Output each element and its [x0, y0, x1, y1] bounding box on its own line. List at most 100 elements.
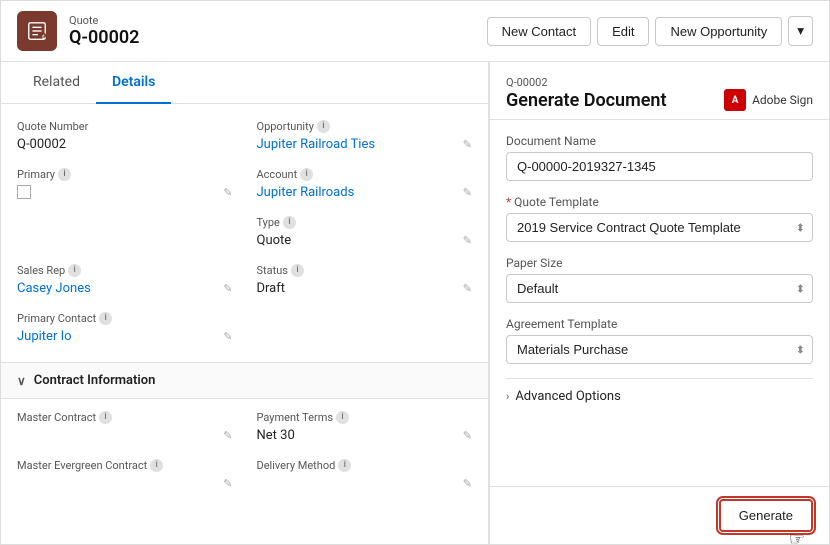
- page-title: Q-00002: [69, 27, 139, 48]
- delivery-method-edit-icon[interactable]: ✎: [463, 477, 472, 490]
- payment-terms-info-icon[interactable]: i: [336, 411, 349, 424]
- account-info-icon[interactable]: i: [300, 168, 313, 181]
- type-info-icon[interactable]: i: [283, 216, 296, 229]
- new-opportunity-button[interactable]: New Opportunity: [655, 17, 782, 46]
- sales-rep-field: Sales Rep i Casey Jones ✎: [17, 264, 233, 298]
- right-panel-header: Q-00002 Generate Document A Adobe Sign: [490, 62, 829, 120]
- advanced-options-row[interactable]: › Advanced Options: [506, 378, 813, 414]
- type-value: Quote ✎: [257, 231, 473, 250]
- master-contract-info-icon[interactable]: i: [99, 411, 112, 424]
- status-edit-icon[interactable]: ✎: [463, 282, 472, 295]
- empty-field: [17, 216, 233, 250]
- quote-template-select[interactable]: 2019 Service Contract Quote Template: [506, 213, 813, 242]
- primary-contact-info-icon[interactable]: i: [99, 312, 112, 325]
- sales-rep-value: Casey Jones ✎: [17, 279, 233, 298]
- primary-contact-link[interactable]: Jupiter Io: [17, 329, 72, 344]
- sales-rep-link[interactable]: Casey Jones: [17, 281, 91, 296]
- document-name-label: Document Name: [506, 134, 813, 148]
- primary-contact-field: Primary Contact i Jupiter Io ✎: [17, 312, 233, 346]
- delivery-method-field: Delivery Method i ✎: [257, 459, 473, 493]
- fields-grid: Quote Number Q-00002 Opportunity i: [17, 120, 472, 346]
- account-label: Account i: [257, 168, 473, 181]
- master-evergreen-edit-icon[interactable]: ✎: [223, 477, 232, 490]
- contract-fields-grid: Master Contract i ✎ Payment Terms i: [17, 411, 472, 493]
- master-evergreen-label: Master Evergreen Contract i: [17, 459, 233, 472]
- contract-section-header[interactable]: ∨ Contract Information: [1, 362, 488, 399]
- payment-terms-label: Payment Terms i: [257, 411, 473, 424]
- header-left: $ Quote Q-00002: [17, 11, 139, 51]
- page-header: $ Quote Q-00002 New Contact Edit New Opp…: [1, 1, 829, 62]
- edit-button[interactable]: Edit: [597, 17, 649, 46]
- right-panel-body: Document Name Quote Template 2019 Servic…: [490, 120, 829, 486]
- document-name-field: Document Name: [506, 134, 813, 181]
- app-window: $ Quote Q-00002 New Contact Edit New Opp…: [0, 0, 830, 545]
- tab-related[interactable]: Related: [17, 62, 96, 104]
- account-field: Account i Jupiter Railroads ✎: [257, 168, 473, 202]
- header-actions: New Contact Edit New Opportunity ▾: [487, 16, 813, 46]
- sales-rep-edit-icon[interactable]: ✎: [223, 282, 232, 295]
- right-title-row: Generate Document A Adobe Sign: [506, 89, 813, 111]
- delivery-method-info-icon[interactable]: i: [338, 459, 351, 472]
- contract-fields: Master Contract i ✎ Payment Terms i: [1, 399, 488, 505]
- delivery-method-label: Delivery Method i: [257, 459, 473, 472]
- quote-number-label: Quote Number: [17, 120, 233, 133]
- primary-info-icon[interactable]: i: [58, 168, 71, 181]
- type-label: Type i: [257, 216, 473, 229]
- adobe-sign-badge: A Adobe Sign: [724, 89, 813, 111]
- tabs: Related Details: [1, 62, 488, 104]
- master-contract-label: Master Contract i: [17, 411, 233, 424]
- account-value: Jupiter Railroads ✎: [257, 183, 473, 202]
- status-info-icon[interactable]: i: [291, 264, 304, 277]
- agreement-template-select[interactable]: Materials Purchase: [506, 335, 813, 364]
- right-panel-footer: Generate ☞: [490, 486, 829, 544]
- primary-contact-label: Primary Contact i: [17, 312, 233, 325]
- account-link[interactable]: Jupiter Railroads: [257, 185, 355, 200]
- paper-size-label: Paper Size: [506, 256, 813, 270]
- opportunity-info-icon[interactable]: i: [317, 120, 330, 133]
- document-name-input[interactable]: [506, 152, 813, 181]
- primary-checkbox[interactable]: [17, 185, 31, 199]
- opportunity-value: Jupiter Railroad Ties ✎: [257, 135, 473, 154]
- tab-details[interactable]: Details: [96, 62, 171, 104]
- quote-template-field: Quote Template 2019 Service Contract Quo…: [506, 195, 813, 242]
- opportunity-label: Opportunity i: [257, 120, 473, 133]
- contract-section-label: Contract Information: [34, 373, 156, 388]
- right-panel-title: Generate Document: [506, 90, 667, 111]
- sales-rep-info-icon[interactable]: i: [68, 264, 81, 277]
- status-value: Draft ✎: [257, 279, 473, 298]
- opportunity-edit-icon[interactable]: ✎: [463, 138, 472, 151]
- payment-terms-field: Payment Terms i Net 30 ✎: [257, 411, 473, 445]
- advanced-options-label: Advanced Options: [515, 389, 620, 404]
- primary-value: ✎: [17, 183, 233, 201]
- paper-size-field: Paper Size Default: [506, 256, 813, 303]
- status-field: Status i Draft ✎: [257, 264, 473, 298]
- payment-terms-edit-icon[interactable]: ✎: [463, 429, 472, 442]
- quote-template-label: Quote Template: [506, 195, 813, 209]
- opportunity-link[interactable]: Jupiter Railroad Ties: [257, 137, 376, 152]
- agreement-template-field: Agreement Template Materials Purchase: [506, 317, 813, 364]
- master-evergreen-info-icon[interactable]: i: [150, 459, 163, 472]
- right-panel-subtitle: Q-00002: [506, 76, 813, 89]
- master-contract-field: Master Contract i ✎: [17, 411, 233, 445]
- delivery-method-value: ✎: [257, 474, 473, 493]
- contract-section-chevron: ∨: [17, 374, 26, 388]
- type-edit-icon[interactable]: ✎: [463, 234, 472, 247]
- type-field: Type i Quote ✎: [257, 216, 473, 250]
- master-contract-edit-icon[interactable]: ✎: [223, 429, 232, 442]
- generate-button[interactable]: Generate: [719, 499, 813, 532]
- primary-contact-value: Jupiter Io ✎: [17, 327, 233, 346]
- paper-size-select-wrapper: Default: [506, 274, 813, 303]
- header-title-block: Quote Q-00002: [69, 14, 139, 48]
- master-evergreen-field: Master Evergreen Contract i ✎: [17, 459, 233, 493]
- primary-label: Primary i: [17, 168, 233, 181]
- agreement-template-select-wrapper: Materials Purchase: [506, 335, 813, 364]
- adobe-sign-label: Adobe Sign: [752, 93, 813, 107]
- new-contact-button[interactable]: New Contact: [487, 17, 591, 46]
- primary-contact-edit-icon[interactable]: ✎: [223, 330, 232, 343]
- generate-button-wrapper: Generate ☞: [719, 499, 813, 532]
- paper-size-select[interactable]: Default: [506, 274, 813, 303]
- opportunity-field: Opportunity i Jupiter Railroad Ties ✎: [257, 120, 473, 154]
- actions-dropdown-button[interactable]: ▾: [788, 16, 813, 46]
- account-edit-icon[interactable]: ✎: [463, 186, 472, 199]
- primary-edit-icon[interactable]: ✎: [223, 186, 232, 199]
